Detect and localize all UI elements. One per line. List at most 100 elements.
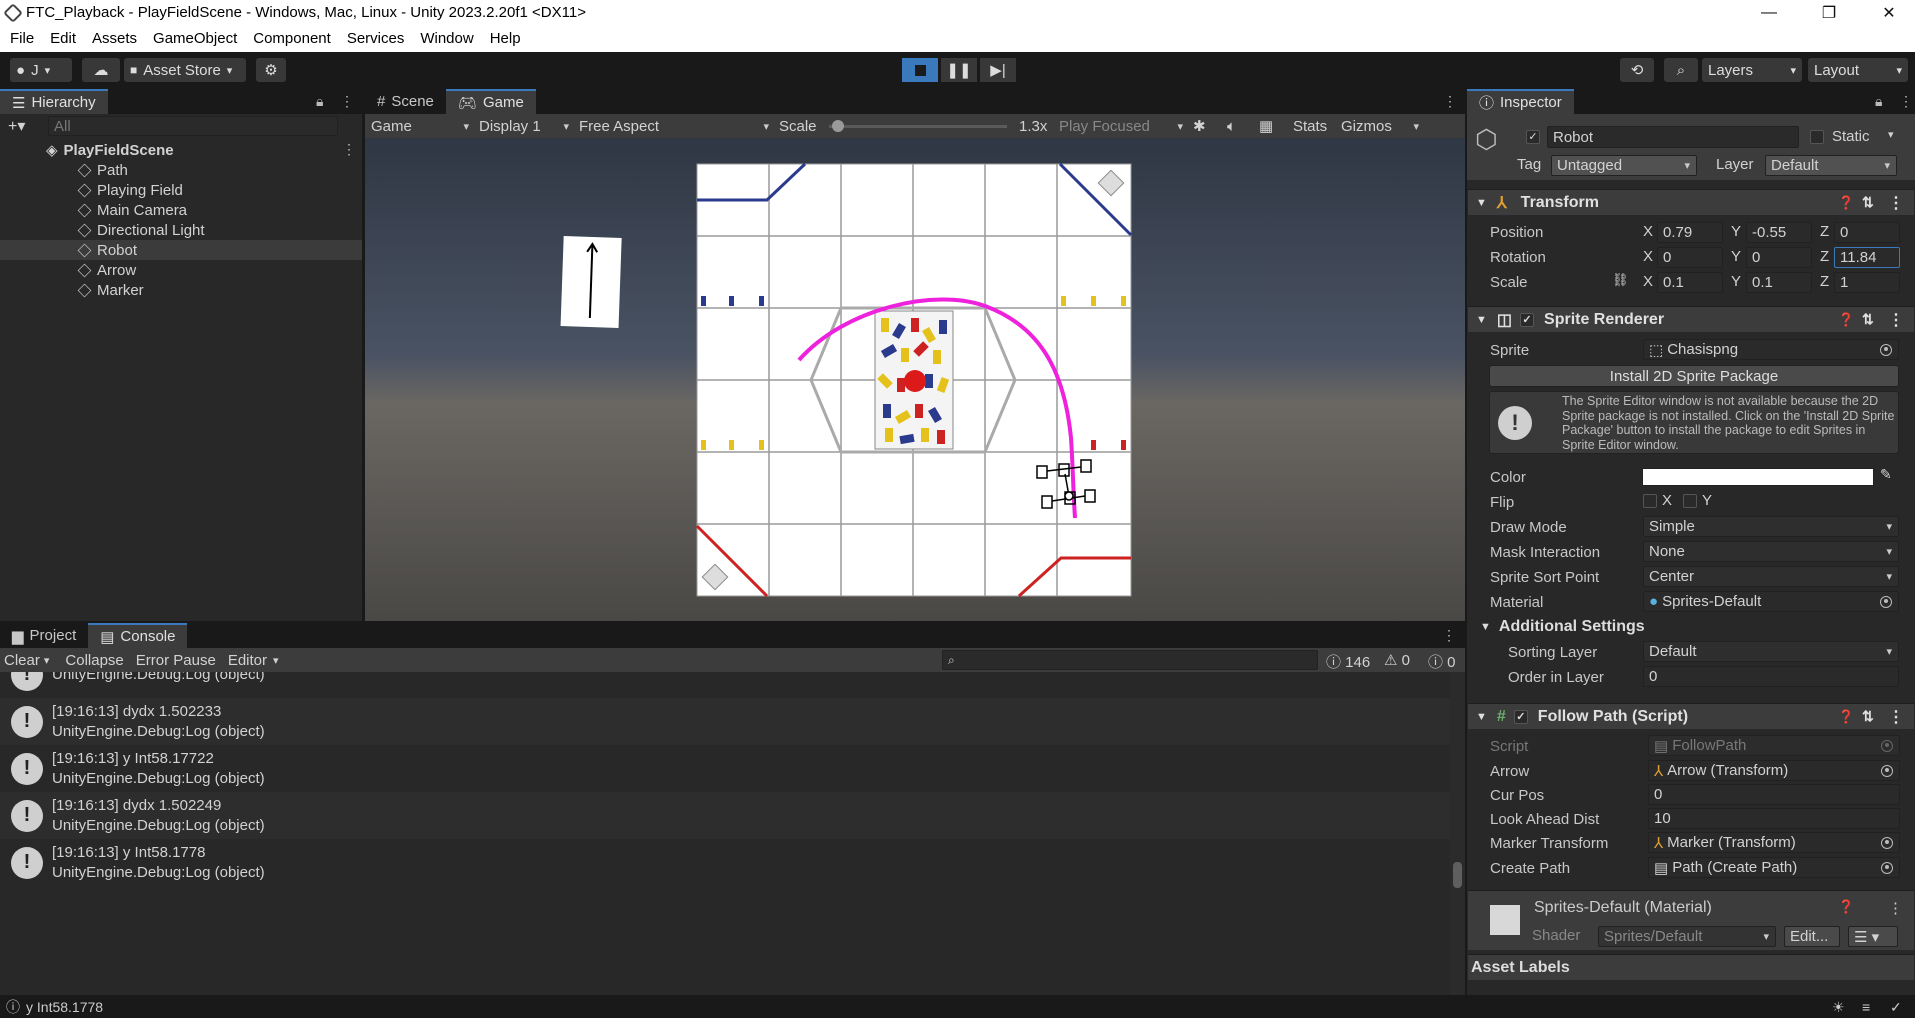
menu-window[interactable]: Window — [412, 30, 481, 47]
aspect-dropdown[interactable]: Free Aspect — [573, 115, 773, 137]
transform-header[interactable]: ▼ ⅄ Transform ❓ ⇅ ⋮ — [1468, 189, 1914, 215]
console-row[interactable]: ! [19:16:13] dydx 1.502233 UnityEngine.Deb… — [0, 698, 1450, 745]
link-icon[interactable]: ⛓︎ — [1612, 272, 1629, 288]
install-2d-sprite-package-button[interactable]: Install 2D Sprite Package — [1489, 365, 1899, 387]
sun-icon[interactable]: ☀ — [1832, 999, 1845, 1016]
menu-edit[interactable]: Edit — [42, 30, 84, 47]
undo-history-button[interactable]: ⟲ — [1620, 58, 1654, 82]
log-count[interactable]: ⓘ 146 — [1326, 651, 1370, 672]
material-more-icon[interactable]: ⋮ — [1888, 899, 1903, 917]
cloud-button[interactable]: ☁ — [82, 58, 120, 82]
grid-toggle-icon[interactable]: ▦ — [1253, 115, 1287, 137]
console-more-icon[interactable]: ⋮ — [1442, 627, 1456, 644]
hierarchy-item-robot[interactable]: Robot — [0, 240, 362, 260]
rotation-x-field[interactable]: 0 — [1657, 247, 1723, 268]
game-mode-dropdown[interactable]: Game — [365, 115, 473, 137]
preset-icon[interactable]: ⇅ — [1862, 194, 1874, 211]
console-scrollbar[interactable] — [1450, 672, 1465, 995]
help-icon[interactable]: ❓ — [1838, 709, 1854, 725]
scale-x-field[interactable]: 0.1 — [1657, 272, 1723, 293]
collapse-button[interactable]: Collapse — [59, 652, 129, 669]
console-row[interactable]: ! [19:16:13] y Int58.1778 UnityEngine.Debu… — [0, 839, 1450, 886]
tab-hierarchy[interactable]: ☰ Hierarchy — [0, 89, 108, 114]
menu-assets[interactable]: Assets — [84, 30, 145, 47]
display-dropdown[interactable]: Display 1 — [473, 115, 573, 137]
console-search-input[interactable]: ⌕ — [942, 650, 1318, 670]
play-focused-dropdown[interactable]: Play Focused — [1053, 115, 1187, 137]
stats-button[interactable]: Stats — [1287, 115, 1335, 137]
hierarchy-item-playing-field[interactable]: Playing Field — [0, 180, 362, 200]
menu-gameobject[interactable]: GameObject — [145, 30, 245, 47]
chevron-down-icon[interactable]: ▾ — [1888, 128, 1894, 141]
component-enabled-checkbox[interactable]: ✓ — [1513, 709, 1528, 724]
account-button[interactable]: ● J ▾ — [10, 58, 72, 82]
progress-icon[interactable]: ≡ — [1862, 999, 1870, 1015]
bug-icon[interactable]: ✱ — [1187, 115, 1221, 137]
tab-scene[interactable]: # Scene — [365, 89, 446, 114]
help-icon[interactable]: ❓ — [1838, 312, 1854, 328]
add-button[interactable]: +▾ — [8, 116, 25, 136]
more-icon[interactable]: ⋮ — [340, 93, 354, 110]
hierarchy-item-directional-light[interactable]: Directional Light — [0, 220, 362, 240]
asset-labels-header[interactable]: Asset Labels — [1468, 954, 1914, 980]
sprite-renderer-header[interactable]: ▼ ◫ ✓ Sprite Renderer ❓ ⇅ ⋮ — [1468, 306, 1914, 332]
flip-y-checkbox[interactable] — [1683, 494, 1697, 508]
object-picker-icon[interactable] — [1881, 764, 1893, 777]
scene-root[interactable]: ◈ PlayFieldScene — [0, 140, 362, 160]
static-checkbox[interactable] — [1810, 130, 1824, 144]
minimize-button[interactable]: — — [1743, 0, 1795, 25]
close-button[interactable]: ✕ — [1863, 0, 1915, 25]
menu-component[interactable]: Component — [245, 30, 339, 47]
audio-icon[interactable]: 🔈︎ — [1221, 115, 1253, 137]
scale-slider-thumb[interactable] — [832, 119, 845, 132]
scale-slider[interactable] — [823, 115, 1013, 137]
scrollbar-thumb[interactable] — [1453, 862, 1462, 888]
sort-point-dropdown[interactable]: Center ▾ — [1643, 566, 1899, 587]
object-name-input[interactable]: Robot — [1547, 126, 1799, 148]
error-pause-button[interactable]: Error Pause — [130, 652, 222, 669]
help-icon[interactable]: ❓ — [1838, 899, 1854, 915]
hierarchy-item-path[interactable]: Path — [0, 160, 362, 180]
menu-services[interactable]: Services — [339, 30, 413, 47]
eyedropper-icon[interactable]: ✎ — [1880, 466, 1892, 483]
active-checkbox[interactable]: ✓ — [1526, 130, 1540, 144]
layer-dropdown[interactable]: Default ▾ — [1765, 155, 1897, 176]
console-row[interactable]: ! [19:16:13] y Int58.17722 UnityEngine.Deb… — [0, 745, 1450, 792]
tag-dropdown[interactable]: Untagged ▾ — [1551, 155, 1697, 176]
tab-inspector[interactable]: ⓘ Inspector — [1467, 89, 1574, 114]
hierarchy-item-main-camera[interactable]: Main Camera — [0, 200, 362, 220]
hierarchy-item-arrow[interactable]: Arrow — [0, 260, 362, 280]
inspector-more-icon[interactable]: ⋮ — [1899, 93, 1913, 110]
follow-path-header[interactable]: ▼ # ✓ Follow Path (Script) ❓ ⇅ ⋮ — [1468, 703, 1914, 729]
shader-options-button[interactable]: ☰ ▾ — [1848, 926, 1898, 947]
play-button[interactable] — [902, 58, 938, 82]
component-more-icon[interactable]: ⋮ — [1888, 310, 1904, 330]
position-x-field[interactable]: 0.79 — [1657, 222, 1723, 243]
object-picker-icon[interactable] — [1881, 861, 1893, 874]
look-ahead-field[interactable]: 10 — [1648, 808, 1900, 829]
clear-button[interactable]: Clear — [0, 652, 44, 669]
game-viewport[interactable] — [365, 138, 1465, 621]
sprite-field[interactable]: ⬚ Chasispng — [1643, 339, 1899, 360]
marker-transform-field[interactable]: ⅄ Marker (Transform) — [1648, 832, 1900, 853]
additional-settings-foldout[interactable]: ▼ Additional Settings — [1476, 615, 1914, 639]
position-z-field[interactable]: 0 — [1834, 222, 1900, 243]
asset-store-button[interactable]: ■ Asset Store ▾ — [124, 58, 246, 82]
scale-z-field[interactable]: 1 — [1834, 272, 1900, 293]
scene-more-icon[interactable]: ⋮ — [342, 141, 356, 158]
layers-dropdown[interactable]: Layers ▾ — [1702, 58, 1802, 82]
help-icon[interactable]: ❓ — [1838, 195, 1854, 211]
color-swatch[interactable] — [1642, 468, 1874, 486]
tab-console[interactable]: ▤ Console — [88, 623, 188, 648]
material-field[interactable]: ● Sprites-Default — [1643, 591, 1899, 612]
pause-button[interactable]: ❚❚ — [941, 58, 977, 82]
editor-dropdown[interactable]: Editor — [222, 652, 273, 669]
rotation-z-field[interactable]: 11.84 — [1834, 247, 1900, 268]
gizmos-dropdown[interactable]: Gizmos — [1335, 115, 1423, 137]
check-icon[interactable]: ✓ — [1890, 999, 1902, 1016]
flip-x-checkbox[interactable] — [1643, 494, 1657, 508]
component-more-icon[interactable]: ⋮ — [1888, 707, 1904, 727]
rotation-y-field[interactable]: 0 — [1746, 247, 1812, 268]
tab-project[interactable]: ▆ Project — [0, 623, 88, 648]
scale-y-field[interactable]: 0.1 — [1746, 272, 1812, 293]
